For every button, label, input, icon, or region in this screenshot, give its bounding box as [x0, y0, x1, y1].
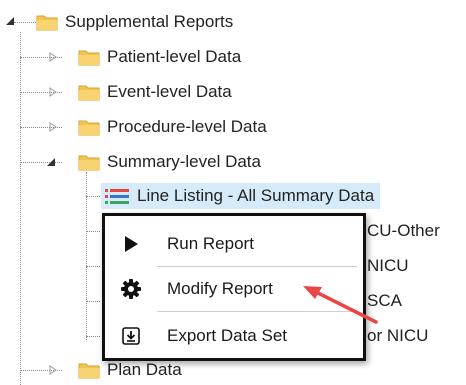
tree-collapse-toggle[interactable]	[44, 155, 58, 169]
tree-expand-toggle[interactable]	[46, 363, 60, 377]
tree-node-partial-label[interactable]: SCA	[367, 291, 402, 311]
export-data-set-menu-item[interactable]: Export Data Set	[105, 318, 363, 353]
tree-expand-toggle[interactable]	[46, 50, 60, 64]
tree-node-label: Line Listing - All Summary Data	[137, 186, 375, 205]
tree-node-label: Summary-level Data	[107, 152, 261, 171]
tree-node-partial-label[interactable]: or NICU	[367, 326, 428, 346]
gear-icon	[117, 275, 145, 303]
context-menu: Run Report Modify Report Export Data Set	[102, 213, 366, 361]
tree-expand-toggle[interactable]	[46, 120, 60, 134]
folder-icon	[78, 50, 100, 66]
tree-node-summary-level-data[interactable]: Summary-level Data	[78, 149, 261, 175]
tree-node-label: Plan Data	[107, 360, 182, 379]
tree-node-line-listing-all-summary-data[interactable]: Line Listing - All Summary Data	[101, 183, 381, 209]
folder-icon	[78, 363, 100, 379]
tree-node-procedure-level-data[interactable]: Procedure-level Data	[78, 114, 267, 140]
tree-collapse-toggle[interactable]	[3, 14, 17, 28]
tree-connector	[86, 172, 87, 340]
triangle-right-icon	[49, 87, 57, 97]
tree-connector	[14, 22, 36, 23]
export-icon	[117, 322, 145, 350]
tree-connector	[86, 196, 100, 197]
tree-node-supplemental-reports[interactable]: Supplemental Reports	[36, 9, 233, 35]
menu-separator	[157, 311, 357, 312]
triangle-right-icon	[49, 122, 57, 132]
tree-connector	[86, 336, 100, 337]
tree-connector	[20, 32, 21, 385]
triangle-down-icon	[6, 17, 14, 25]
menu-item-label: Modify Report	[167, 278, 273, 298]
run-report-menu-item[interactable]: Run Report	[105, 226, 363, 261]
tree-connector	[86, 266, 100, 267]
tree-node-event-level-data[interactable]: Event-level Data	[78, 79, 232, 105]
folder-icon	[78, 155, 100, 171]
tree-node-partial-label[interactable]: NICU	[367, 256, 409, 276]
play-icon	[117, 230, 145, 258]
menu-item-label: Export Data Set	[167, 325, 288, 345]
triangle-down-icon	[47, 158, 55, 166]
tree-node-label: Procedure-level Data	[107, 117, 267, 136]
menu-item-label: Run Report	[167, 233, 254, 253]
tree-connector	[86, 231, 100, 232]
tree-connector	[86, 301, 100, 302]
tree-node-label: Event-level Data	[107, 82, 232, 101]
tree-node-patient-level-data[interactable]: Patient-level Data	[78, 44, 241, 70]
folder-icon	[78, 120, 100, 136]
tree-node-label: Patient-level Data	[107, 47, 242, 66]
tree-expand-toggle[interactable]	[46, 85, 60, 99]
list-report-icon	[105, 189, 129, 204]
folder-icon	[36, 15, 58, 31]
triangle-right-icon	[49, 52, 57, 62]
folder-icon	[78, 85, 100, 101]
triangle-right-icon	[49, 365, 57, 375]
tree-node-partial-label[interactable]: CU-Other	[367, 221, 440, 241]
menu-separator	[157, 266, 357, 267]
modify-report-menu-item[interactable]: Modify Report	[105, 271, 363, 306]
tree-node-label: Supplemental Reports	[65, 12, 234, 31]
